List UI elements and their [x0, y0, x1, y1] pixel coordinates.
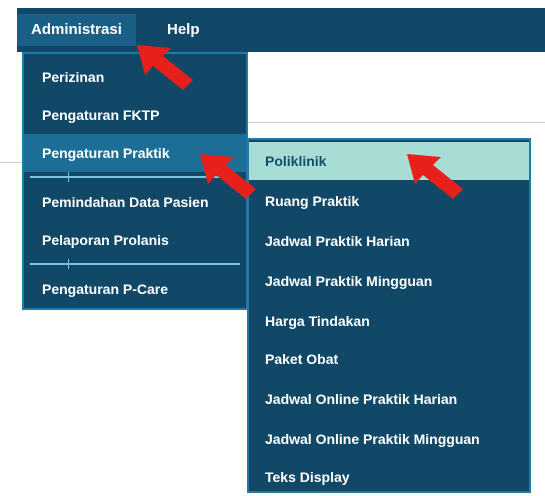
- submenu-item-poliklinik[interactable]: Poliklinik: [249, 142, 529, 180]
- annotation-arrow-icon: [137, 45, 193, 90]
- pengaturan-praktik-submenu: Poliklinik Ruang Praktik Jadwal Praktik …: [247, 138, 531, 493]
- menu-separator: [30, 259, 240, 269]
- menu-bar: Administrasi Help: [17, 8, 545, 52]
- annotation-arrow-icon: [407, 154, 463, 199]
- submenu-item-jadwal-online-praktik-mingguan[interactable]: Jadwal Online Praktik Mingguan: [249, 420, 529, 458]
- submenu-item-jadwal-praktik-mingguan[interactable]: Jadwal Praktik Mingguan: [249, 262, 529, 300]
- page-divider: [0, 162, 22, 163]
- menu-item-pelaporan-prolanis[interactable]: Pelaporan Prolanis: [24, 221, 246, 259]
- submenu-item-teks-display[interactable]: Teks Display: [249, 458, 529, 496]
- annotation-arrow-icon: [200, 154, 256, 199]
- menu-item-pengaturan-fktp[interactable]: Pengaturan FKTP: [24, 96, 246, 134]
- submenu-item-paket-obat[interactable]: Paket Obat: [249, 340, 529, 378]
- menu-administrasi[interactable]: Administrasi: [17, 14, 136, 46]
- menu-item-pengaturan-p-care[interactable]: Pengaturan P-Care: [24, 270, 246, 308]
- submenu-item-ruang-praktik[interactable]: Ruang Praktik: [249, 182, 529, 220]
- submenu-item-harga-tindakan[interactable]: Harga Tindakan: [249, 302, 529, 340]
- submenu-item-jadwal-online-praktik-harian[interactable]: Jadwal Online Praktik Harian: [249, 380, 529, 418]
- submenu-item-jadwal-praktik-harian[interactable]: Jadwal Praktik Harian: [249, 222, 529, 260]
- page-divider: [248, 122, 545, 123]
